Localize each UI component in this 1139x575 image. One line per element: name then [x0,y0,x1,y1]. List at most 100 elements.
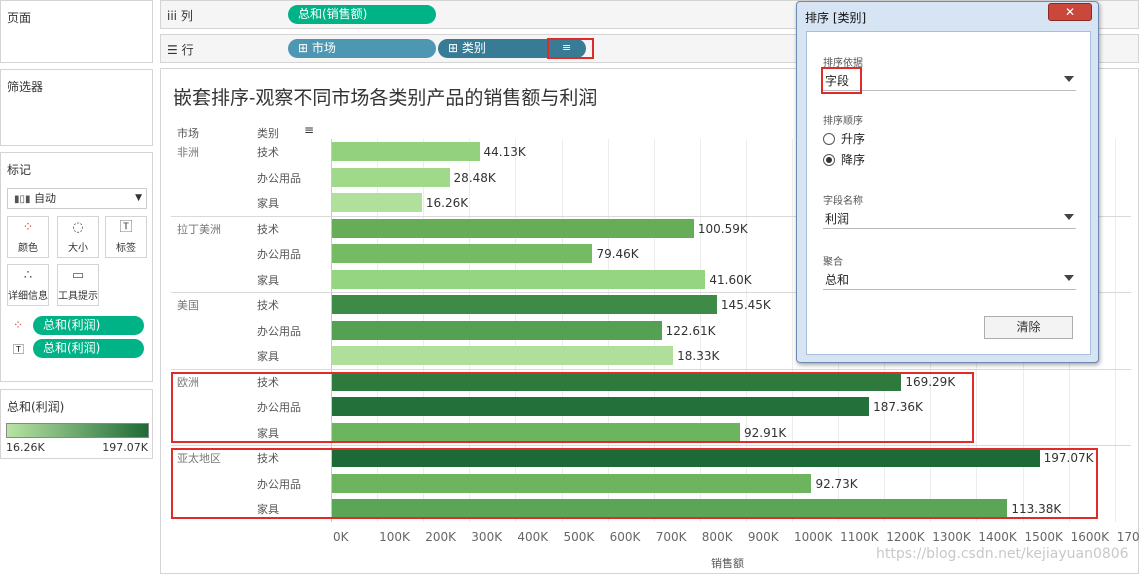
legend-min: 16.26K [6,441,45,454]
group-divider [171,445,1131,446]
radio-off-icon [823,133,835,145]
color-button-label: 颜色 [18,243,38,254]
expand-icon: ⊞ [298,41,309,55]
category-label: 办公用品 [257,248,301,261]
x-tick-label: 1500K [1024,530,1063,544]
bar[interactable] [332,218,694,238]
bar[interactable] [332,346,674,365]
bar[interactable] [332,167,450,187]
field-name-label: 字段名称 [823,196,863,207]
label-button[interactable]: 🅃 标签 [105,216,147,258]
sort-dialog: 排序 [类别] ✕ 排序依据 字段 排序顺序 升序 降序 字段名称 利润 聚合 … [796,1,1099,363]
bar-chart-icon: ▮▯▮ [14,194,31,205]
chevron-down-icon [1064,76,1074,82]
color-profit-pill[interactable]: 总和(利润) [33,316,144,335]
field-name-value: 利润 [825,212,850,226]
gridline [1114,139,1116,522]
radio-on-icon [823,154,835,166]
marks-title: 标记 [7,163,32,177]
category-label: 办公用品 [257,171,301,185]
market-label: 美国 [177,299,199,312]
label-profit-pill[interactable]: 总和(利润) [33,339,144,358]
sort-descending-icon[interactable]: ≡ [562,41,571,54]
pages-title: 页面 [7,11,32,25]
x-tick-label: 200K [425,530,456,544]
close-icon: ✕ [1064,5,1076,19]
tooltip-button-label: 工具提示 [58,291,98,302]
bar[interactable] [332,244,593,263]
bar-data-label: 16.26K [425,196,469,210]
x-axis-title: 销售额 [711,557,744,570]
columns-shelf-label: iii 列 [167,9,193,23]
x-tick-label: 1400K [978,530,1017,544]
bar-data-label: 28.48K [453,170,496,185]
x-tick-label: 100K [379,530,410,544]
bar-data-label: 18.33K [677,349,720,363]
size-icon: ◌ [72,220,84,235]
market-label: 拉丁美洲 [177,222,221,236]
x-tick-label: 1700K [1116,530,1139,544]
x-tick-label: 700K [655,530,687,544]
bar-data-label: 41.60K [709,272,752,287]
x-tick-label: 1100K [840,530,879,544]
label-text-icon: 🅃 [13,343,24,356]
close-button[interactable]: ✕ [1048,3,1092,21]
mark-type-value: 自动 [34,192,57,205]
category-label: 家具 [257,273,279,287]
descending-radio[interactable]: 降序 [823,151,865,168]
pages-panel: 页面 [0,0,153,63]
x-tick-label: 0K [333,530,349,544]
bar-data-label: 100.59K [697,221,748,236]
bar-data-label: 44.13K [483,145,526,159]
group-divider [171,368,1131,370]
aggregation-select[interactable]: 总和 [823,268,1076,290]
category-label: 家具 [257,197,279,210]
chevron-down-icon [1064,214,1074,220]
category-label: 办公用品 [257,324,301,338]
x-tick-label: 1300K [932,530,971,544]
legend-panel: 总和(利润) 16.26K 197.07K [0,389,153,459]
bar-data-label: 122.61K [665,323,716,338]
rows-market-pill[interactable]: ⊞ 市场 [288,39,436,58]
legend-title: 总和(利润) [7,400,65,414]
mark-type-select[interactable]: ▮▯▮ 自动 ▼ [7,188,147,209]
bar[interactable] [332,193,422,212]
marks-panel: 标记 ▮▯▮ 自动 ▼ ⁘ 颜色 ◌ 大小 🅃 标签 ∴ 详细信息 ▭ 工具提示… [0,152,153,382]
asia-pacific-group-highlight [171,448,1098,519]
rows-icon: ☰ [167,43,178,57]
rows-shelf-label: ☰ 行 [167,43,194,57]
bar-data-label: 145.45K [720,298,771,312]
x-tick-label: 900K [747,530,779,544]
tooltip-button[interactable]: ▭ 工具提示 [57,264,99,306]
sort-order-label: 排序顺序 [823,116,863,127]
bar[interactable] [332,320,662,340]
x-tick-label: 1600K [1070,530,1110,544]
x-tick-label: 300K [471,530,503,544]
label-button-label: 标签 [116,243,136,254]
columns-sales-pill[interactable]: 总和(销售额) [288,5,436,24]
filters-title: 筛选器 [7,80,44,94]
size-button[interactable]: ◌ 大小 [57,216,99,258]
bar[interactable] [332,269,706,289]
x-tick-label: 500K [563,530,595,544]
bar[interactable] [332,295,717,314]
color-dots-icon: ⁘ [13,318,24,332]
field-name-select[interactable]: 利润 [823,207,1076,229]
ascending-radio[interactable]: 升序 [823,130,865,147]
clear-button[interactable]: 清除 [984,316,1073,339]
sort-dialog-body: 排序依据 字段 排序顺序 升序 降序 字段名称 利润 聚合 总和 清除 [806,31,1091,355]
detail-dots-icon: ∴ [23,268,33,283]
chevron-down-icon: ▼ [135,193,142,203]
europe-group-highlight [171,372,974,443]
category-label: 技术 [257,222,279,236]
aggregation-value: 总和 [825,273,850,287]
bar[interactable] [332,142,480,161]
category-label: 技术 [257,299,279,312]
x-tick-label: 600K [609,530,641,544]
color-button[interactable]: ⁘ 颜色 [7,216,49,258]
sort-by-highlight [821,67,862,94]
label-text-icon: 🅃 [119,220,133,235]
detail-button[interactable]: ∴ 详细信息 [7,264,49,306]
columns-icon: iii [167,9,178,23]
bar-data-label: 79.46K [596,247,639,261]
